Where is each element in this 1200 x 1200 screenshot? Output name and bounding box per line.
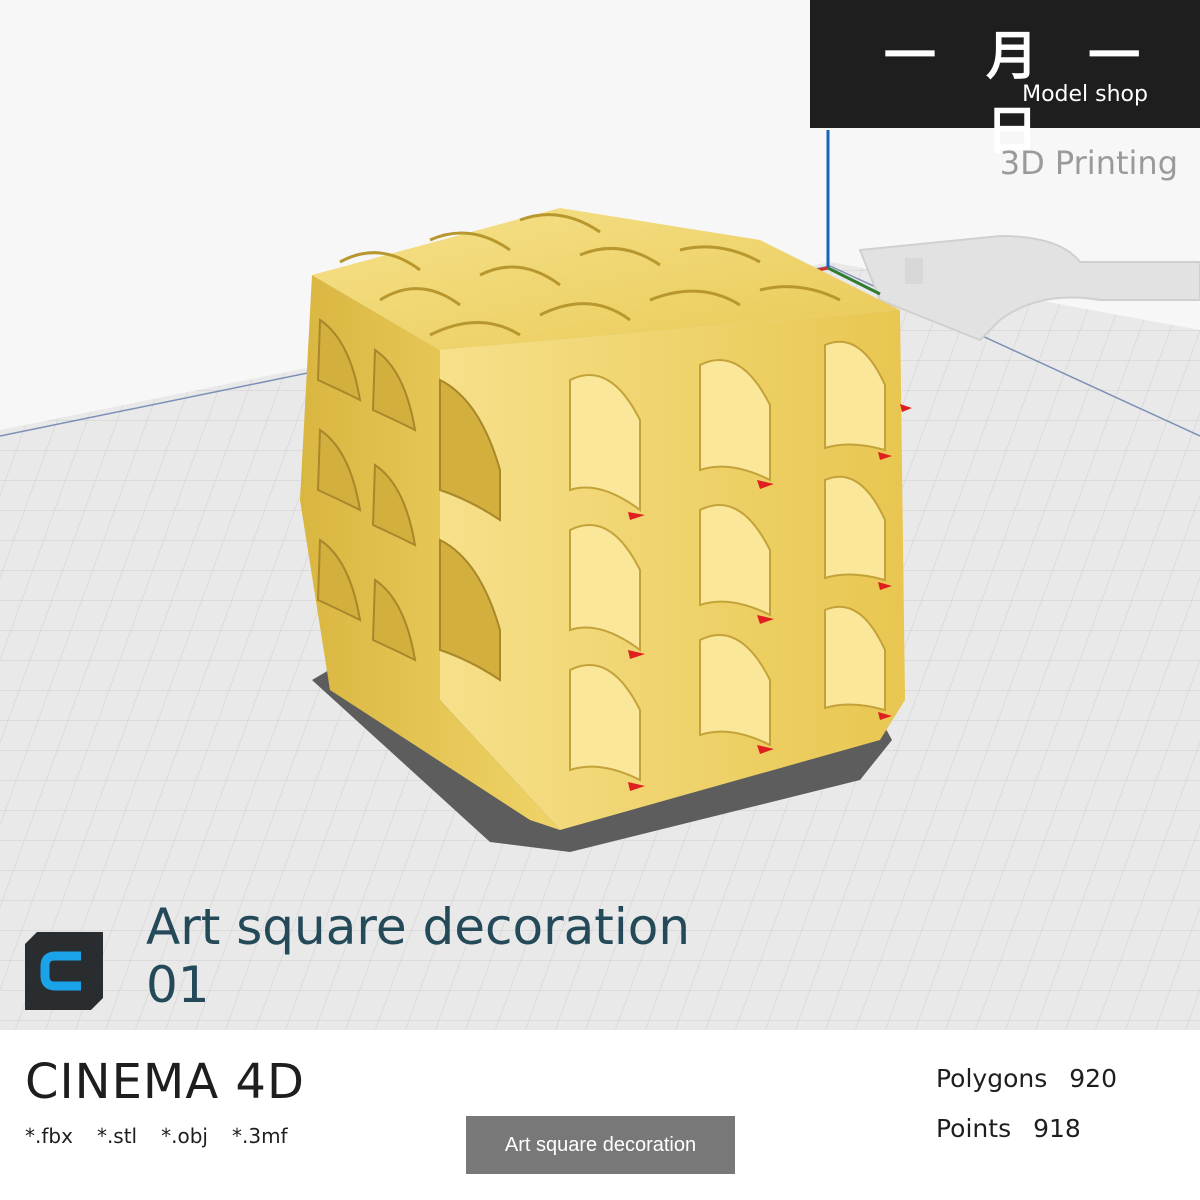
stat-label: Polygons bbox=[936, 1064, 1048, 1093]
model-title: Art square decoration 01 bbox=[146, 898, 690, 1014]
brand-subtitle: Model shop bbox=[1022, 82, 1148, 107]
model-stats: Polygons 920 Points 918 bbox=[936, 1064, 1117, 1164]
file-formats: *.fbx *.stl *.obj *.3mf bbox=[25, 1124, 288, 1148]
stat-polygons: Polygons 920 bbox=[936, 1064, 1117, 1114]
stat-value: 920 bbox=[1069, 1064, 1117, 1093]
format-obj: *.obj bbox=[161, 1124, 208, 1148]
model-title-line2: 01 bbox=[146, 956, 210, 1014]
format-3mf: *.3mf bbox=[231, 1124, 288, 1148]
stat-points: Points 918 bbox=[936, 1114, 1117, 1164]
tagline: 3D Printing bbox=[999, 144, 1178, 182]
brand-box: 一 月 一 日 Model shop bbox=[810, 0, 1200, 162]
software-name: CINEMA 4D bbox=[25, 1054, 305, 1110]
format-stl: *.stl bbox=[96, 1124, 138, 1148]
model-name-button[interactable]: Art square decoration bbox=[466, 1116, 735, 1174]
stat-label: Points bbox=[936, 1114, 1012, 1143]
model-title-line1: Art square decoration bbox=[146, 898, 691, 956]
cinema4d-c-icon bbox=[25, 932, 103, 1010]
stat-value: 918 bbox=[1033, 1114, 1081, 1143]
format-fbx: *.fbx bbox=[25, 1124, 73, 1148]
